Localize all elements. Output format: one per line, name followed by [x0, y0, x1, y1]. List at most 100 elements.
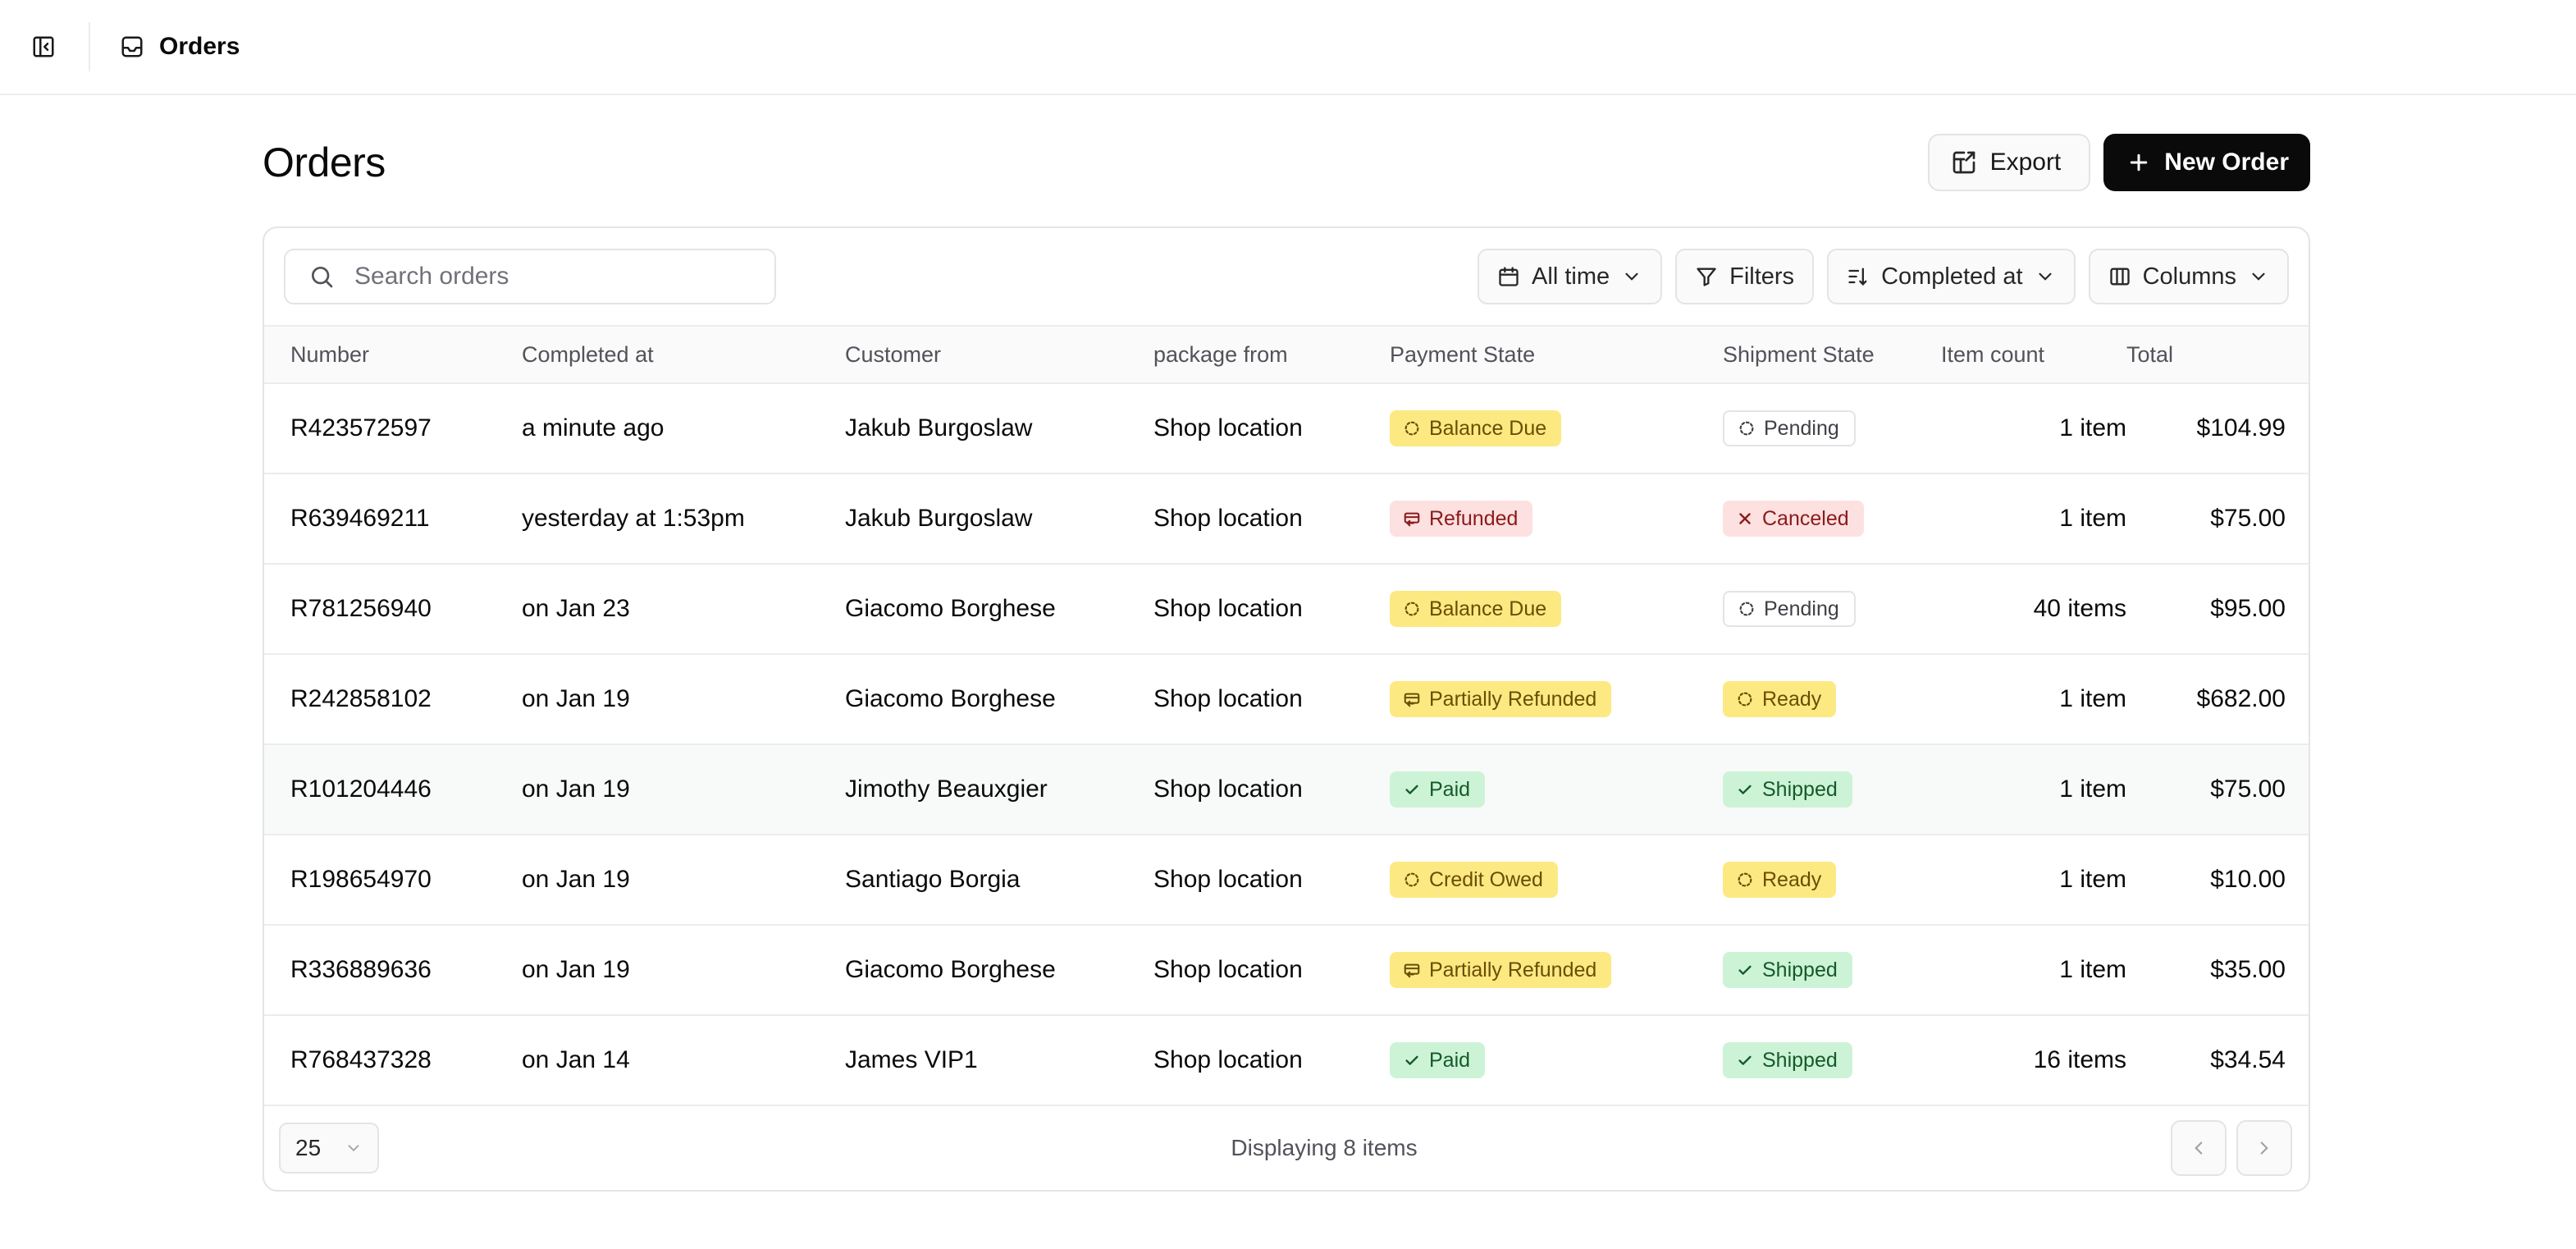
check-icon [1736, 961, 1754, 979]
new-order-button[interactable]: New Order [2103, 134, 2310, 191]
payment-state-badge: Refunded [1390, 501, 1533, 537]
cell-item-count: 1 item [2059, 775, 2126, 803]
cell-number[interactable]: R336889636 [264, 925, 496, 1015]
table-row[interactable]: R336889636 on Jan 19 Giacomo Borghese Shop … [264, 925, 2309, 1015]
page-size-select[interactable]: 25 [279, 1123, 379, 1174]
cell-payment-state: Paid [1363, 744, 1697, 835]
loader-icon [1403, 871, 1421, 889]
column-header-number[interactable]: Number [264, 326, 496, 383]
loader-icon [1403, 419, 1421, 437]
loader-icon [1738, 419, 1756, 437]
chevron-left-icon [2195, 1141, 2203, 1155]
cell-payment-state: Credit Owed [1363, 835, 1697, 925]
search-input[interactable] [354, 263, 748, 291]
cell-number[interactable]: R768437328 [264, 1015, 496, 1105]
breadcrumb: Orders [120, 33, 240, 61]
pagination [2170, 1120, 2292, 1176]
sort-button[interactable]: Completed at [1827, 249, 2076, 304]
payment-state-badge: Balance Due [1390, 410, 1562, 446]
table-row[interactable]: R242858102 on Jan 19 Giacomo Borghese Shop … [264, 654, 2309, 744]
shipment-state-badge: Ready [1723, 681, 1837, 717]
shipment-state-badge: Pending [1723, 410, 1856, 446]
check-icon [1736, 1051, 1754, 1069]
filters-button[interactable]: Filters [1675, 249, 1815, 304]
cell-customer: Giacomo Borghese [845, 956, 1056, 983]
cell-completed-at: yesterday at 1:53pm [522, 505, 745, 532]
chevron-down-icon [2038, 272, 2052, 281]
cell-completed-at: a minute ago [522, 414, 665, 441]
cell-total: $35.00 [2210, 956, 2286, 983]
cell-number[interactable]: R198654970 [264, 835, 496, 925]
table-row[interactable]: R101204446 on Jan 19 Jimothy Beauxgier Shop… [264, 744, 2309, 835]
cell-package-from: Shop location [1153, 775, 1303, 803]
top-bar: Orders [0, 0, 2576, 95]
cell-payment-state: Balance Due [1363, 564, 1697, 654]
table-row[interactable]: R423572597 a minute ago Jakub Burgoslaw Sho… [264, 383, 2309, 474]
cell-customer: Giacomo Borghese [845, 595, 1056, 622]
payment-state-badge-label: Refunded [1429, 506, 1519, 530]
cell-payment-state: Partially Refunded [1363, 925, 1697, 1015]
cell-payment-state: Refunded [1363, 474, 1697, 564]
sort-label: Completed at [1881, 263, 2023, 290]
table-row[interactable]: R639469211 yesterday at 1:53pm Jakub Burgo… [264, 474, 2309, 564]
column-header-package-from[interactable]: package from [1127, 326, 1363, 383]
column-header-customer[interactable]: Customer [819, 326, 1127, 383]
cell-number[interactable]: R639469211 [264, 474, 496, 564]
payment-state-badge-label: Credit Owed [1429, 867, 1543, 891]
column-header-item-count[interactable]: Item count [1941, 326, 2126, 383]
cell-customer: Giacomo Borghese [845, 685, 1056, 712]
cell-completed-at: on Jan 19 [522, 956, 630, 983]
cell-number[interactable]: R242858102 [264, 654, 496, 744]
cell-number[interactable]: R781256940 [264, 564, 496, 654]
cell-shipment-state: Shipped [1697, 925, 1941, 1015]
shipment-state-badge: Shipped [1723, 771, 1852, 808]
payment-state-badge: Partially Refunded [1390, 681, 1612, 717]
cell-number[interactable]: R423572597 [264, 383, 496, 474]
payment-state-badge-label: Balance Due [1429, 597, 1547, 620]
new-order-label: New Order [2164, 149, 2289, 176]
payment-state-badge: Partially Refunded [1390, 952, 1612, 988]
refund-icon [1403, 510, 1421, 528]
shipment-state-badge: Canceled [1723, 501, 1864, 537]
column-header-completed-at[interactable]: Completed at [496, 326, 819, 383]
cell-shipment-state: Shipped [1697, 744, 1941, 835]
table-row[interactable]: R198654970 on Jan 19 Santiago Borgia Shop l… [264, 835, 2309, 925]
payment-state-badge-label: Paid [1429, 777, 1471, 801]
cell-shipment-state: Shipped [1697, 1015, 1941, 1105]
breadcrumb-title: Orders [159, 33, 240, 60]
x-icon [1736, 510, 1754, 528]
cell-package-from: Shop location [1153, 685, 1303, 712]
date-range-button[interactable]: All time [1478, 249, 1663, 304]
table-row[interactable]: R781256940 on Jan 23 Giacomo Borghese Shop … [264, 564, 2309, 654]
page-header: Orders Export New Order [263, 95, 2310, 226]
cell-completed-at: on Jan 23 [522, 595, 630, 622]
search-icon [312, 267, 333, 288]
column-header-shipment-state[interactable]: Shipment State [1697, 326, 1941, 383]
search-box[interactable] [284, 249, 776, 304]
cell-completed-at: on Jan 19 [522, 775, 630, 803]
cell-number[interactable]: R101204446 [264, 744, 496, 835]
next-page-button[interactable] [2236, 1120, 2292, 1176]
cell-customer: Jakub Burgoslaw [845, 505, 1033, 532]
cell-shipment-state: Pending [1697, 383, 1941, 474]
sidebar-toggle-button[interactable] [30, 33, 57, 61]
table-row[interactable]: R768437328 on Jan 14 James VIP1 Shop locati… [264, 1015, 2309, 1105]
filter-icon [1697, 268, 1716, 286]
shipment-state-badge: Ready [1723, 862, 1837, 898]
filters-label: Filters [1729, 263, 1795, 290]
orders-card: All time Filters Completed at Columns [263, 226, 2310, 1192]
column-header-total[interactable]: Total [2126, 326, 2309, 383]
cell-package-from: Shop location [1153, 505, 1303, 532]
export-button[interactable]: Export [1927, 134, 2091, 191]
table-toolbar: All time Filters Completed at Columns [264, 228, 2309, 325]
payment-state-badge-label: Partially Refunded [1429, 687, 1597, 711]
cell-total: $104.99 [2196, 414, 2286, 441]
shipment-state-badge-label: Shipped [1762, 1048, 1838, 1072]
cell-payment-state: Balance Due [1363, 383, 1697, 474]
columns-button[interactable]: Columns [2088, 249, 2289, 304]
cell-payment-state: Paid [1363, 1015, 1697, 1105]
previous-page-button[interactable] [2170, 1120, 2227, 1176]
column-header-payment-state[interactable]: Payment State [1363, 326, 1697, 383]
page-size-value: 25 [295, 1135, 322, 1160]
page-title: Orders [263, 140, 386, 185]
